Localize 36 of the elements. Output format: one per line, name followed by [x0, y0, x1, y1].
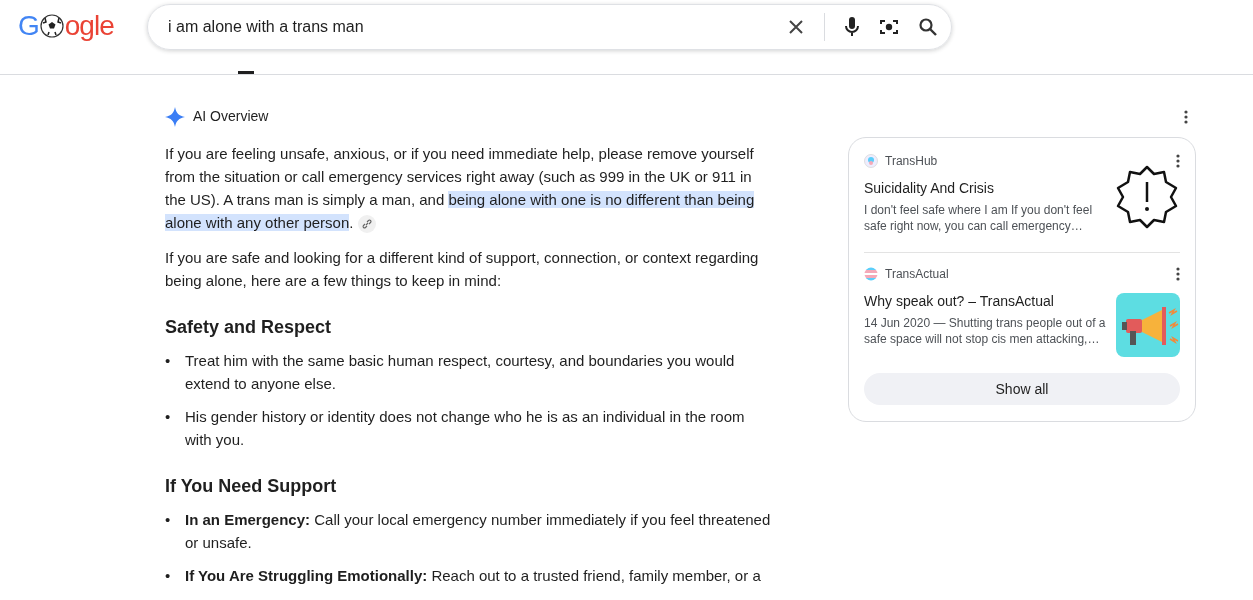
overview-title: AI Overview: [193, 107, 269, 126]
body-paragraph: If you are safe and looking for a different kind of support, connection, or context regarding being alone, here are a few things to keep in mind:: [165, 248, 760, 291]
bullet-marker: •: [165, 510, 172, 530]
more-icon[interactable]: [1176, 154, 1180, 168]
source-snippet: 14 Jun 2020 — Shutting trans people out of a safe space will not stop cis men attacking,…: [864, 315, 1107, 347]
bullet-item: Treat him with the same basic human respect, courtesy, and boundaries you would extend to anyone else.: [185, 351, 736, 394]
site-favicon-icon: [864, 267, 878, 281]
more-icon[interactable]: [1184, 110, 1188, 124]
search-icon[interactable]: [919, 18, 937, 36]
source-snippet: I don't feel safe where I am If you don't feel safe right now, you can call emergency…: [864, 202, 1094, 234]
bullet-marker: •: [165, 351, 172, 371]
section-heading: If You Need Support: [165, 475, 338, 498]
microphone-icon[interactable]: [845, 17, 859, 37]
soccer-ball-icon: [39, 14, 64, 38]
source-title-link[interactable]: Suicidality And Crisis: [864, 180, 1106, 196]
section-heading: Safety and Respect: [165, 316, 333, 339]
site-favicon-icon: [864, 154, 878, 168]
google-logo[interactable]: G ogle: [18, 10, 147, 42]
source-site-name: TransHub: [885, 154, 938, 168]
bullet-item: His gender history or identity does not change who he is as an individual in the room with you.: [185, 407, 746, 450]
bullet-marker: •: [165, 407, 172, 427]
close-icon[interactable]: [788, 19, 804, 35]
search-input[interactable]: i am alone with a trans man: [166, 17, 788, 37]
sparkle-icon: [165, 106, 185, 127]
link-chip[interactable]: [358, 215, 377, 234]
show-all-button[interactable]: Show all: [864, 373, 1180, 405]
bullet-marker: •: [165, 566, 172, 586]
bullet-item: If You Are Struggling Emotionally: Reach out to a trusted friend, family member, or a: [185, 566, 761, 586]
source-site-name: TransActual: [885, 267, 949, 281]
camera-lens-icon[interactable]: [879, 18, 899, 36]
more-icon[interactable]: [1176, 267, 1180, 281]
source-title-link[interactable]: Why speak out? – TransActual: [864, 293, 1108, 309]
bullet-item: In an Emergency: Call your local emergency number immediately if you feel threatened or unsafe.: [185, 510, 772, 553]
intro-paragraph: If you are feeling unsafe, anxious, or if you need immediate help, please remove yourself from the situation or call emergency services right away (such as 999 in the UK or 911 in the US). A trans man is simply a man, and being alone with one is no different than being alone with any other person.: [165, 142, 775, 234]
warning-badge-icon: [1114, 164, 1180, 230]
link-icon: [362, 219, 373, 230]
